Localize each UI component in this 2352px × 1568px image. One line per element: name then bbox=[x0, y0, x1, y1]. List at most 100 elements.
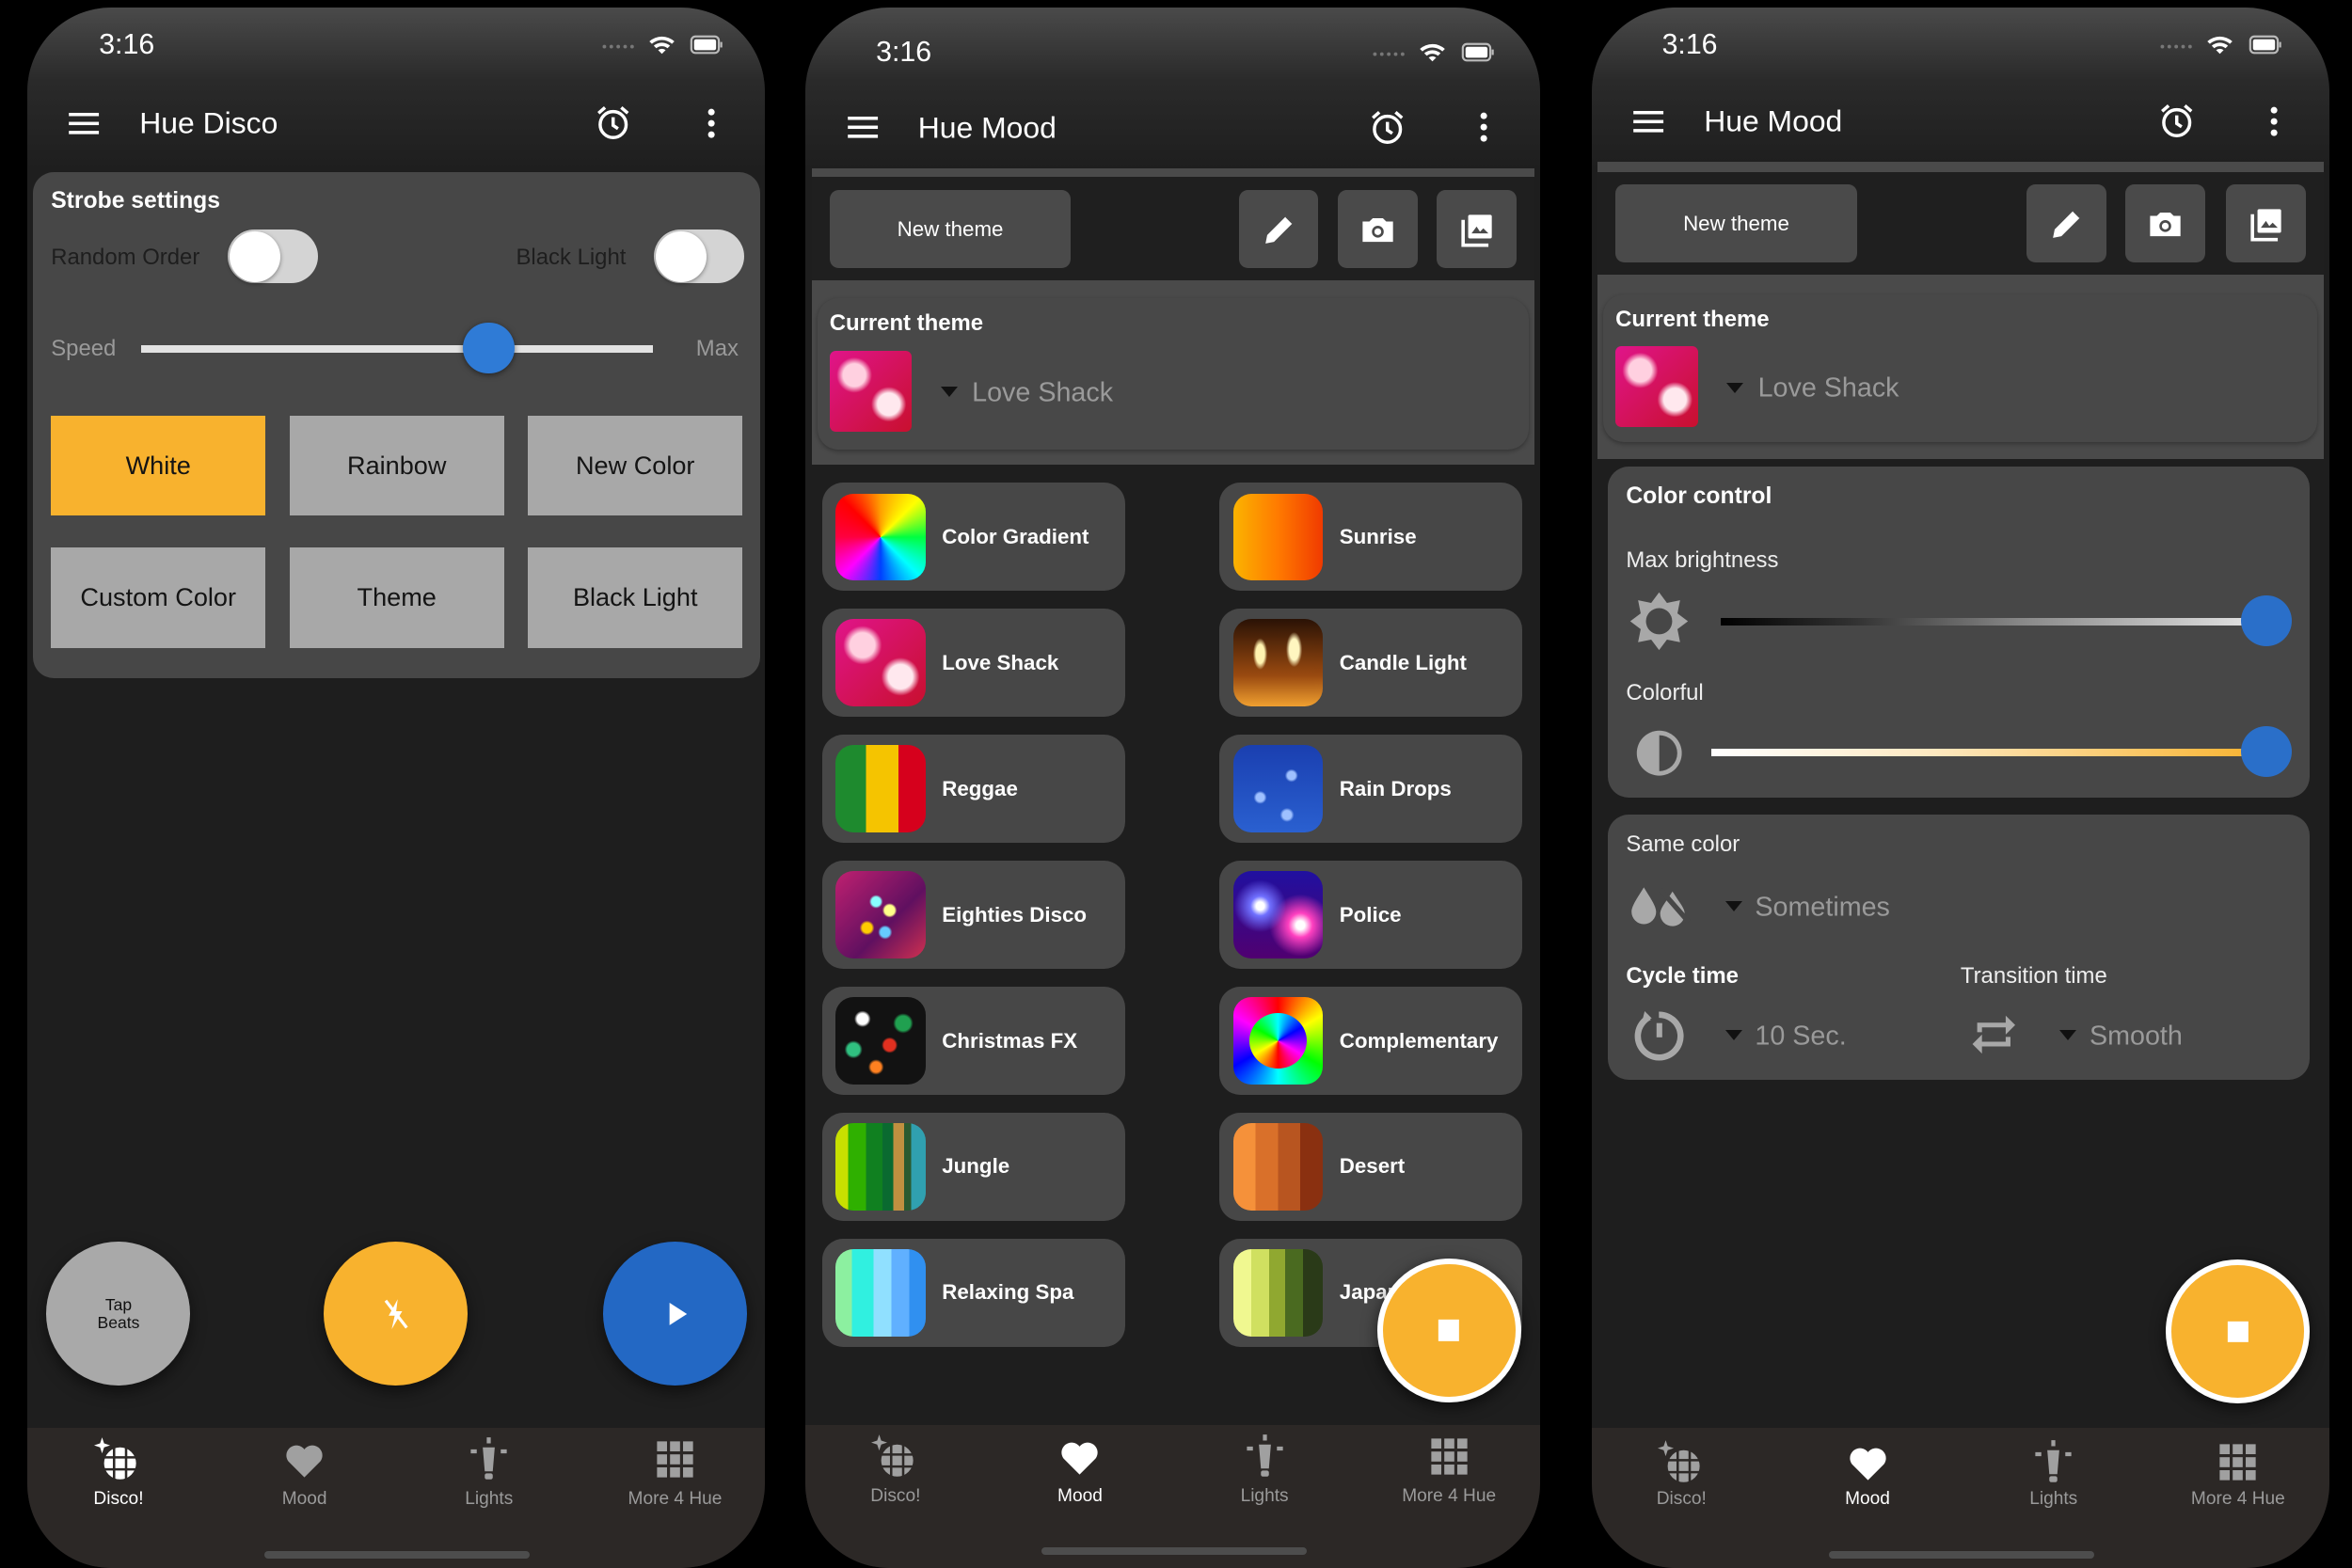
speed-slider-thumb[interactable] bbox=[463, 322, 515, 373]
home-indicator[interactable] bbox=[1041, 1547, 1307, 1556]
stop-icon bbox=[1438, 1320, 1460, 1341]
theme-item-complementary[interactable]: Complementary bbox=[1219, 987, 1523, 1095]
new-theme-button[interactable]: New theme bbox=[1615, 184, 1857, 263]
strobe-new-color-button[interactable]: New Color bbox=[528, 415, 743, 516]
home-indicator[interactable] bbox=[1828, 1550, 2094, 1559]
gallery-icon bbox=[1456, 210, 1497, 250]
menu-icon[interactable] bbox=[66, 105, 102, 141]
camera-button[interactable] bbox=[2125, 184, 2205, 263]
max-brightness-thumb[interactable] bbox=[2241, 594, 2293, 647]
camera-button[interactable] bbox=[1338, 190, 1418, 269]
theme-item-candle-light[interactable]: Candle Light bbox=[1219, 609, 1523, 718]
theme-item-color-gradient[interactable]: Color Gradient bbox=[821, 483, 1125, 592]
menu-icon[interactable] bbox=[845, 109, 881, 145]
grid-icon bbox=[651, 1435, 699, 1483]
strobe-custom-color-button[interactable]: Custom Color bbox=[51, 546, 266, 648]
theme-item-reggae[interactable]: Reggae bbox=[821, 735, 1125, 844]
max-brightness-slider[interactable] bbox=[1720, 594, 2293, 647]
random-order-toggle[interactable] bbox=[228, 229, 318, 284]
alarm-icon[interactable] bbox=[594, 103, 632, 142]
speed-slider[interactable] bbox=[140, 322, 653, 373]
nav-item-lights[interactable]: Lights bbox=[421, 1433, 556, 1519]
nav-item-disco[interactable]: Disco! bbox=[1614, 1435, 1749, 1519]
nav-item-mood[interactable]: Mood bbox=[237, 1433, 372, 1519]
alarm-icon[interactable] bbox=[2157, 102, 2196, 140]
menu-icon[interactable] bbox=[1630, 103, 1666, 139]
more-options-icon[interactable] bbox=[2256, 103, 2292, 139]
disco-ball-icon bbox=[871, 1433, 919, 1481]
strobe-rainbow-button[interactable]: Rainbow bbox=[289, 415, 504, 516]
random-order-label: Random Order bbox=[51, 245, 200, 271]
stop-button[interactable] bbox=[1376, 1258, 1521, 1402]
stop-button[interactable] bbox=[2166, 1259, 2311, 1404]
more-options-icon[interactable] bbox=[693, 105, 729, 141]
colorful-thumb[interactable] bbox=[2241, 725, 2293, 777]
nav-item-disco[interactable]: Disco! bbox=[51, 1433, 185, 1519]
theme-item-love-shack[interactable]: Love Shack bbox=[821, 609, 1125, 718]
theme-item-rain-drops[interactable]: Rain Drops bbox=[1219, 735, 1523, 844]
nav-label: Disco! bbox=[870, 1486, 921, 1507]
lamp-icon bbox=[465, 1435, 513, 1483]
strobe-theme-button[interactable]: Theme bbox=[289, 546, 504, 648]
theme-thumbnail bbox=[835, 1123, 926, 1211]
colorful-slider[interactable] bbox=[1711, 725, 2293, 777]
strobe-white-button[interactable]: White bbox=[51, 415, 266, 516]
nav-item-lights[interactable]: Lights bbox=[1986, 1435, 2121, 1519]
app-title: Hue Disco bbox=[139, 105, 278, 140]
nav-item-lights[interactable]: Lights bbox=[1197, 1429, 1331, 1515]
theme-item-police[interactable]: Police bbox=[1219, 861, 1523, 969]
theme-thumbnail bbox=[1232, 619, 1324, 706]
more-options-icon[interactable] bbox=[1466, 109, 1502, 145]
theme-label: Christmas FX bbox=[942, 1028, 1078, 1053]
strobe-black-light-button[interactable]: Black Light bbox=[528, 546, 743, 648]
same-color-label: Same color bbox=[1626, 831, 1740, 857]
grid-icon bbox=[1425, 1433, 1473, 1481]
theme-item-jungle[interactable]: Jungle bbox=[821, 1113, 1125, 1221]
theme-item-eighties-disco[interactable]: Eighties Disco bbox=[821, 861, 1125, 969]
theme-thumbnail bbox=[1232, 871, 1324, 958]
theme-thumbnail bbox=[835, 1249, 926, 1337]
cycle-time-dropdown[interactable]: 10 Sec. bbox=[1724, 1015, 1920, 1057]
gallery-button[interactable] bbox=[1437, 190, 1517, 269]
app-title: Hue Mood bbox=[1704, 103, 1843, 138]
edit-button[interactable] bbox=[1238, 190, 1319, 269]
theme-item-sunrise[interactable]: Sunrise bbox=[1219, 483, 1523, 592]
grid-icon bbox=[2214, 1438, 2262, 1486]
transition-time-dropdown[interactable]: Smooth bbox=[2059, 1015, 2254, 1057]
black-light-toggle[interactable] bbox=[654, 229, 744, 284]
nav-item-more-4-hue[interactable]: More 4 Hue bbox=[608, 1433, 742, 1519]
wifi-icon bbox=[1416, 38, 1449, 68]
nav-label: Lights bbox=[1240, 1486, 1289, 1507]
black-light-label: Black Light bbox=[516, 245, 627, 271]
alarm-icon[interactable] bbox=[1368, 108, 1406, 147]
strobe-flash-button[interactable] bbox=[324, 1242, 469, 1386]
play-button[interactable] bbox=[602, 1242, 747, 1386]
edit-button[interactable] bbox=[2026, 184, 2106, 263]
theme-item-desert[interactable]: Desert bbox=[1219, 1113, 1523, 1221]
transition-time-value: Smooth bbox=[2089, 1021, 2183, 1052]
nav-item-more-4-hue[interactable]: More 4 Hue bbox=[2170, 1435, 2305, 1519]
status-time: 3:16 bbox=[1661, 28, 1718, 60]
nav-item-mood[interactable]: Mood bbox=[1800, 1435, 1934, 1519]
home-indicator[interactable] bbox=[263, 1550, 530, 1559]
current-theme-dropdown[interactable]: Love Shack bbox=[940, 372, 1241, 414]
timer-icon bbox=[1630, 1006, 1688, 1064]
nav-label: Lights bbox=[465, 1489, 514, 1510]
same-color-dropdown[interactable]: Sometimes bbox=[1724, 886, 2026, 928]
theme-label: Sunrise bbox=[1339, 524, 1417, 548]
theme-item-christmas-fx[interactable]: Christmas FX bbox=[821, 987, 1125, 1095]
nav-item-mood[interactable]: Mood bbox=[1012, 1429, 1147, 1515]
signal-icon bbox=[600, 38, 636, 55]
new-theme-button[interactable]: New theme bbox=[829, 190, 1072, 269]
current-theme-dropdown[interactable]: Love Shack bbox=[1726, 368, 2026, 410]
nav-item-disco[interactable]: Disco! bbox=[828, 1429, 962, 1515]
theme-item-relaxing-spa[interactable]: Relaxing Spa bbox=[821, 1238, 1125, 1347]
theme-label: Desert bbox=[1339, 1154, 1406, 1179]
nav-item-more-4-hue[interactable]: More 4 Hue bbox=[1381, 1429, 1516, 1515]
tap-beats-button[interactable]: Tap Beats bbox=[46, 1242, 191, 1386]
camera-icon bbox=[2145, 204, 2185, 245]
wifi-icon bbox=[645, 30, 678, 60]
theme-label: Reggae bbox=[942, 776, 1018, 800]
gallery-button[interactable] bbox=[2226, 184, 2306, 263]
status-time: 3:16 bbox=[99, 28, 155, 60]
